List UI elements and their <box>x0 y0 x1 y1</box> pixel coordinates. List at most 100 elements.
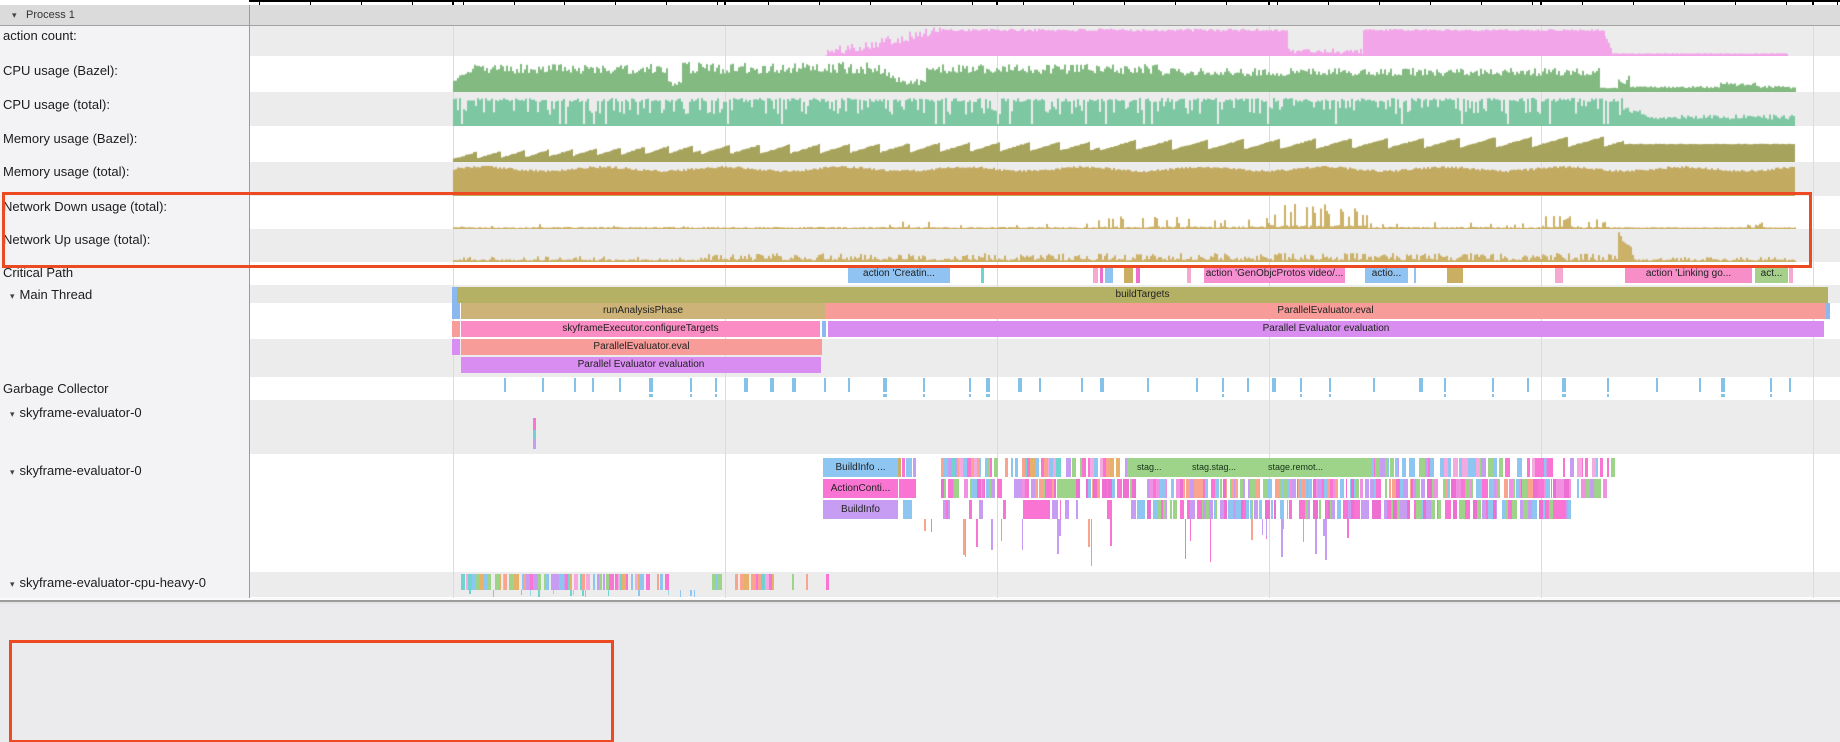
slice[interactable] <box>1419 479 1420 498</box>
skyframe-slice[interactable]: ActionConti... <box>823 479 898 498</box>
slice[interactable] <box>979 500 983 519</box>
slice[interactable] <box>1098 479 1100 498</box>
slice[interactable] <box>582 574 584 590</box>
slice[interactable] <box>1532 500 1537 519</box>
sidebar-track-4[interactable]: Memory usage (total): <box>0 161 248 183</box>
main-thread-slice[interactable] <box>452 303 460 319</box>
sidebar-track-3[interactable]: Memory usage (Bazel): <box>0 128 248 150</box>
sidebar-track-5[interactable]: Network Down usage (total): <box>0 196 248 218</box>
critical-path-slice[interactable] <box>1789 265 1793 283</box>
gc-slice[interactable] <box>1492 378 1494 392</box>
gc-slice[interactable] <box>923 378 925 392</box>
slice[interactable] <box>1107 500 1112 519</box>
slice[interactable] <box>1070 458 1071 477</box>
slice[interactable] <box>1585 458 1588 477</box>
gc-slice[interactable] <box>574 378 576 392</box>
gc-slice[interactable] <box>1247 378 1249 392</box>
slice[interactable] <box>1499 458 1503 477</box>
gc-slice[interactable] <box>923 394 925 397</box>
critical-path-slice[interactable] <box>981 265 984 283</box>
slice[interactable] <box>1477 500 1481 519</box>
gc-slice[interactable] <box>883 394 887 397</box>
slice[interactable] <box>640 574 644 590</box>
slice[interactable] <box>1015 458 1018 477</box>
skyframe-slice[interactable]: BuildInfo ... <box>823 458 898 477</box>
slice[interactable] <box>1481 458 1485 477</box>
gc-slice[interactable] <box>1527 378 1529 392</box>
collapse-arrow-icon[interactable]: ▾ <box>10 291 15 301</box>
slice[interactable] <box>1209 500 1213 519</box>
slice[interactable] <box>1448 458 1451 477</box>
slice[interactable] <box>665 574 669 590</box>
slice[interactable] <box>744 574 749 590</box>
slice[interactable] <box>1331 500 1335 519</box>
slice[interactable] <box>964 479 969 498</box>
slice[interactable] <box>1076 500 1078 519</box>
slice[interactable] <box>1611 458 1615 477</box>
slice[interactable] <box>1421 479 1424 498</box>
gc-slice[interactable] <box>848 378 850 392</box>
gc-slice[interactable] <box>1656 378 1658 392</box>
sidebar-track-6[interactable]: Network Up usage (total): <box>0 229 248 251</box>
gc-slice[interactable] <box>883 378 887 392</box>
slice[interactable] <box>1599 479 1601 498</box>
slice[interactable] <box>1065 500 1069 519</box>
slice[interactable] <box>646 574 650 590</box>
slice[interactable] <box>657 574 659 590</box>
counter-track-memory-usage-bazel[interactable] <box>249 126 1840 162</box>
slice[interactable] <box>1171 479 1174 498</box>
critical-path-slice[interactable] <box>1124 265 1133 283</box>
gc-slice[interactable] <box>1196 378 1198 392</box>
counter-track-cpu-usage-bazel[interactable] <box>249 56 1840 92</box>
slice[interactable] <box>1243 479 1245 498</box>
slice[interactable] <box>718 574 722 590</box>
critical-path-slice[interactable] <box>1093 265 1098 283</box>
counter-track-cpu-usage-total[interactable] <box>249 92 1840 126</box>
gc-slice[interactable] <box>649 394 653 397</box>
slice[interactable] <box>1375 458 1379 477</box>
slice[interactable] <box>1291 479 1295 498</box>
slice[interactable] <box>1190 500 1195 519</box>
main-thread-slice[interactable]: Parallel Evaluator evaluation <box>461 357 821 373</box>
slice[interactable] <box>1448 479 1449 498</box>
slice[interactable] <box>1274 500 1276 519</box>
slice[interactable] <box>994 458 997 477</box>
gc-slice[interactable] <box>1018 378 1022 392</box>
slice[interactable] <box>984 479 985 498</box>
critical-path-slice[interactable] <box>1136 265 1140 283</box>
gc-slice[interactable] <box>649 378 653 392</box>
slice[interactable] <box>1365 500 1369 519</box>
sidebar-track-0[interactable]: action count: <box>0 25 248 47</box>
slice[interactable] <box>1434 479 1439 498</box>
slice[interactable] <box>1356 479 1359 498</box>
counter-track-memory-usage-total[interactable] <box>249 162 1840 196</box>
sidebar-track-12[interactable]: ▾skyframe-evaluator-cpu-heavy-0 <box>0 572 248 594</box>
slice[interactable] <box>1563 458 1564 477</box>
gc-slice[interactable] <box>969 394 971 397</box>
slice[interactable] <box>1340 479 1344 498</box>
critical-path-slice[interactable] <box>1105 265 1113 283</box>
slice[interactable] <box>1259 479 1260 498</box>
gc-slice[interactable] <box>1444 378 1446 392</box>
skyframe-slice[interactable] <box>903 500 912 519</box>
gc-slice[interactable] <box>504 378 506 392</box>
slice[interactable] <box>483 574 487 590</box>
slice[interactable] <box>1131 500 1136 519</box>
gc-slice[interactable] <box>744 378 748 392</box>
main-thread-slice[interactable] <box>822 321 826 337</box>
gc-slice[interactable] <box>1562 394 1566 397</box>
gc-slice[interactable] <box>1039 378 1041 392</box>
gc-slice[interactable] <box>1222 378 1224 392</box>
main-thread-slice[interactable] <box>452 339 460 355</box>
slice[interactable] <box>1337 500 1341 519</box>
slice[interactable] <box>1403 479 1408 498</box>
slice[interactable] <box>1346 479 1348 498</box>
main-thread-slice[interactable]: ParallelEvaluator.eval <box>461 339 822 355</box>
slice[interactable] <box>1376 479 1381 498</box>
sidebar-track-7[interactable]: Critical Path <box>0 262 248 284</box>
slice[interactable] <box>792 574 794 590</box>
gc-slice[interactable] <box>690 394 692 397</box>
gc-slice[interactable] <box>715 394 717 397</box>
slice[interactable] <box>1054 479 1056 498</box>
slice[interactable] <box>571 574 572 590</box>
